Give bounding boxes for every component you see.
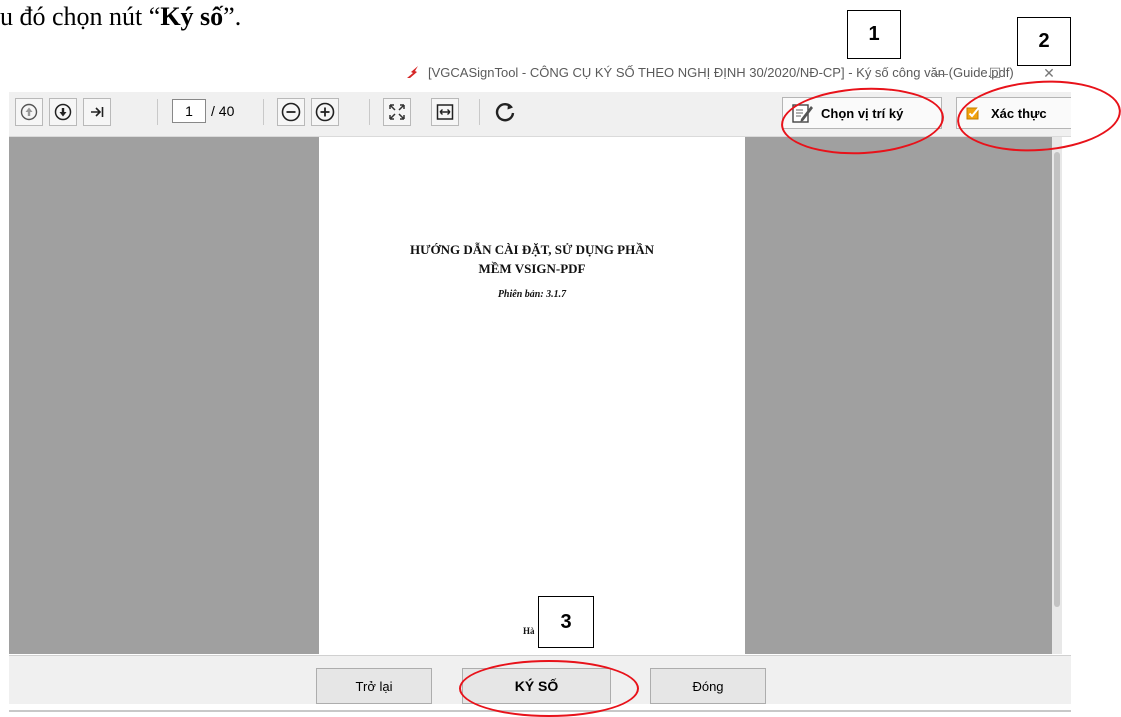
instruction-emphasis: Ký số — [160, 2, 224, 31]
document-footer-text: Hà — [523, 626, 535, 636]
rotate-icon — [495, 103, 515, 122]
maximize-button[interactable]: ☐ — [982, 60, 1008, 86]
zoom-in-icon — [315, 102, 335, 122]
instruction-prefix: u đó chọn nút “ — [0, 2, 161, 31]
next-page-button[interactable] — [49, 98, 77, 126]
document-title-line1: HƯỚNG DẪN CÀI ĐẶT, SỬ DỤNG PHẦN — [410, 242, 654, 257]
callout-1: 1 — [847, 10, 901, 59]
page-up-icon — [20, 103, 38, 121]
app-logo-icon — [406, 64, 422, 80]
fit-page-button[interactable] — [383, 98, 411, 126]
zoom-out-button[interactable] — [277, 98, 305, 126]
fit-page-icon — [389, 104, 405, 120]
zoom-out-icon — [281, 102, 301, 122]
callout-2: 2 — [1017, 17, 1071, 66]
instruction-text: u đó chọn nút “Ký số”. — [0, 0, 400, 40]
toolbar-divider — [263, 99, 264, 125]
scrollbar-thumb[interactable] — [1054, 152, 1060, 607]
fit-width-button[interactable] — [431, 98, 459, 126]
close-button[interactable]: Đóng — [650, 668, 766, 704]
rotate-button[interactable] — [491, 98, 519, 126]
previous-page-button[interactable] — [15, 98, 43, 126]
callout-3: 3 — [538, 596, 594, 648]
fit-width-icon — [436, 104, 454, 120]
back-button[interactable]: Trở lại — [316, 668, 432, 704]
last-page-button[interactable] — [83, 98, 111, 126]
page-total: / 40 — [211, 103, 235, 119]
document-title-line2: MỀM VSIGN-PDF — [478, 261, 586, 276]
pdf-page: HƯỚNG DẪN CÀI ĐẶT, SỬ DỤNG PHẦN MỀM VSIG… — [319, 137, 745, 654]
instruction-suffix: ”. — [223, 2, 242, 31]
last-page-icon — [91, 107, 104, 117]
page-number-input[interactable] — [172, 99, 206, 123]
highlight-ring-sign — [459, 660, 639, 717]
toolbar-divider — [369, 99, 370, 125]
toolbar-divider — [479, 99, 480, 125]
document-version: Phiên bản: 3.1.7 — [497, 289, 567, 300]
window-titlebar[interactable]: [VGCASignTool - CÔNG CỤ KÝ SỐ THEO NGHỊ … — [0, 58, 1070, 88]
window-title: [VGCASignTool - CÔNG CỤ KÝ SỐ THEO NGHỊ … — [428, 65, 1014, 80]
zoom-in-button[interactable] — [311, 98, 339, 126]
page-down-icon — [54, 103, 72, 121]
minimize-button[interactable]: — — [928, 60, 954, 86]
toolbar-divider — [157, 99, 158, 125]
